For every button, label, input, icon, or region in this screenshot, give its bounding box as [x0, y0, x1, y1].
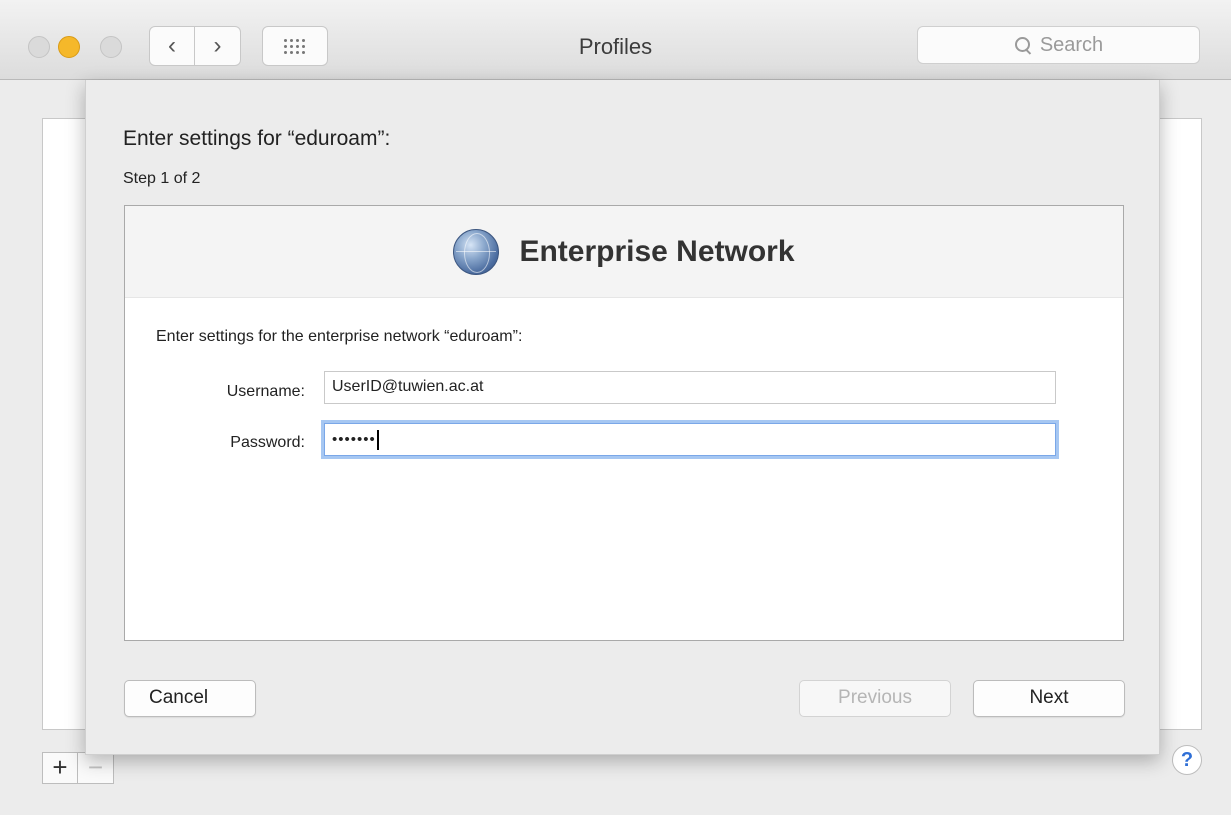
panel-title: Enterprise Network	[519, 234, 795, 268]
sheet-title: Enter settings for “eduroam”:	[123, 127, 391, 150]
remove-profile-button[interactable]: −	[78, 752, 114, 784]
title-bar: ‹ › Profiles Search	[0, 0, 1231, 80]
text-caret	[376, 430, 379, 450]
step-indicator: Step 1 of 2	[123, 170, 201, 187]
search-icon	[1014, 36, 1032, 54]
cancel-button[interactable]: Cancel	[124, 680, 256, 717]
enterprise-network-panel: Enterprise Network Enter settings for th…	[124, 205, 1124, 641]
settings-sheet: Enter settings for “eduroam”: Step 1 of …	[85, 80, 1160, 755]
username-value: UserID@tuwien.ac.at	[332, 378, 484, 395]
add-remove-controls: + −	[42, 752, 114, 784]
panel-header: Enterprise Network	[125, 206, 1123, 298]
search-placeholder: Search	[1039, 33, 1104, 56]
add-profile-button[interactable]: +	[42, 752, 78, 784]
username-label: Username:	[226, 383, 305, 400]
username-field[interactable]: UserID@tuwien.ac.at	[324, 371, 1056, 404]
search-field[interactable]: Search	[917, 26, 1200, 64]
profiles-window: ‹ › Profiles Search + − ? Enter settings…	[0, 0, 1231, 815]
password-label: Password:	[230, 434, 305, 451]
panel-description: Enter settings for the enterprise networ…	[156, 328, 523, 345]
password-value: •••••••	[332, 430, 376, 448]
help-button[interactable]: ?	[1172, 745, 1202, 775]
next-button[interactable]: Next	[973, 680, 1125, 717]
previous-button[interactable]: Previous	[799, 680, 951, 717]
password-field[interactable]: •••••••	[324, 423, 1056, 456]
globe-icon	[453, 228, 500, 275]
